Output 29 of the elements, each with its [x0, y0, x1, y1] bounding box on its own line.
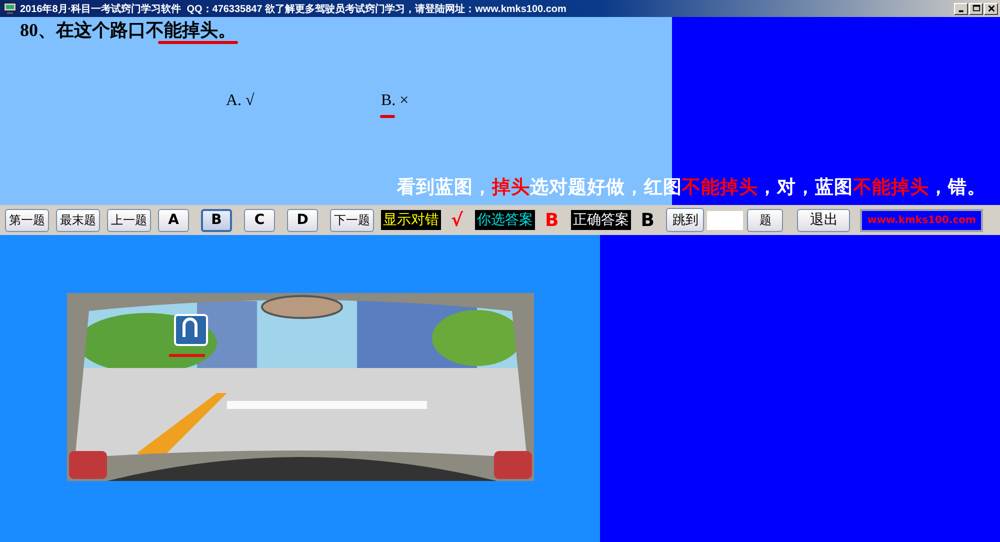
your-answer: B	[545, 210, 559, 230]
close-button[interactable]	[984, 2, 998, 14]
maximize-button[interactable]	[969, 2, 983, 14]
answer-option[interactable]: A. √	[226, 92, 254, 118]
exit-button[interactable]: 退出	[797, 208, 850, 232]
show-result-label: 显示对错	[381, 210, 441, 230]
correct-answer: B	[640, 210, 654, 230]
answer-button[interactable]: B	[201, 208, 232, 232]
go-button[interactable]: 题	[747, 208, 784, 232]
hint-text: 看到蓝图，掉头选对题好做，红图不能掉头，对，蓝图不能掉头，错。	[397, 176, 986, 199]
nav-button[interactable]: 上一题	[107, 208, 151, 232]
correct-answer-label: 正确答案	[570, 210, 631, 230]
maximize-icon	[972, 4, 980, 13]
answer-button[interactable]: C	[244, 208, 275, 232]
window-title: 2016年8月·科目一考试窍门学习软件 QQ：476335847 欲了解更多驾驶员考试窍门学习，请登陆网址：www.kmks100.com	[20, 2, 568, 16]
your-answer-label: 你选答案	[475, 210, 536, 230]
close-icon	[986, 4, 996, 13]
page-input[interactable]	[707, 210, 744, 230]
minimize-button[interactable]	[954, 2, 968, 14]
computer-icon	[3, 2, 17, 15]
answer-button[interactable]: A	[158, 208, 189, 232]
next-button[interactable]: 下一题	[330, 208, 374, 232]
nav-button[interactable]: 最末题	[56, 208, 100, 232]
nav-button[interactable]: 第一题	[5, 208, 49, 232]
jump-button[interactable]: 跳到	[666, 208, 704, 232]
result-mark: √	[451, 210, 464, 230]
answer-button[interactable]: D	[287, 208, 318, 232]
answer-option[interactable]: B. ×	[381, 92, 409, 118]
question-text: 80、在这个路口不能掉头。	[20, 20, 236, 40]
